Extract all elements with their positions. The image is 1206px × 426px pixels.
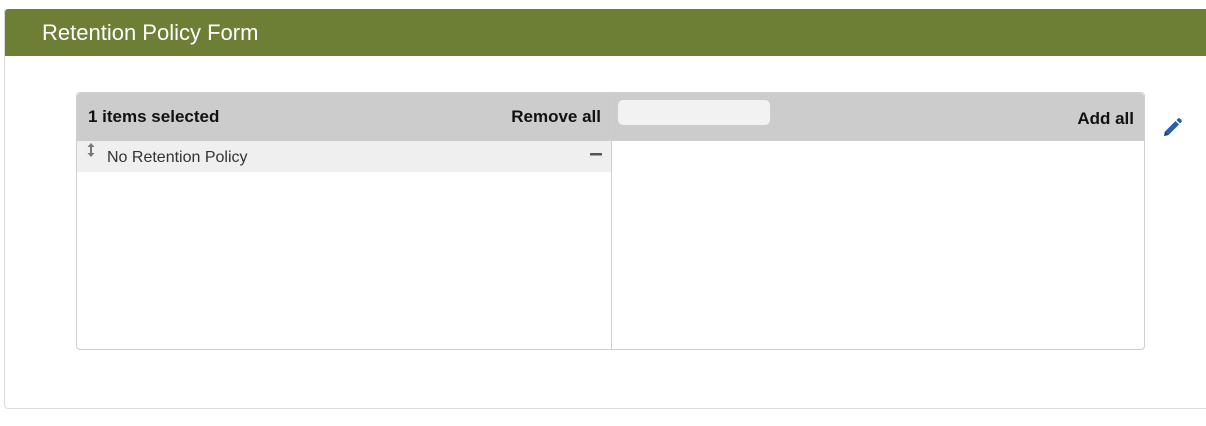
available-column-header: Add all — [612, 93, 1144, 141]
add-all-button[interactable]: Add all — [1077, 109, 1134, 129]
form-title: Retention Policy Form — [42, 20, 259, 45]
picklist: 1 items selected Remove all No Retention… — [76, 92, 1145, 350]
minus-icon[interactable] — [590, 149, 602, 159]
drag-handle-icon[interactable] — [86, 143, 96, 157]
list-item[interactable]: No Retention Policy — [77, 141, 611, 172]
selected-column-header: 1 items selected Remove all — [77, 93, 611, 141]
form-title-bar: Retention Policy Form — [5, 9, 1206, 56]
pencil-icon[interactable] — [1160, 116, 1184, 140]
remove-all-button[interactable]: Remove all — [511, 107, 601, 127]
list-item-label: No Retention Policy — [107, 148, 248, 166]
selected-column: 1 items selected Remove all No Retention… — [77, 93, 612, 349]
available-column: Add all — [612, 93, 1144, 349]
selected-count: 1 items selected — [88, 107, 220, 126]
filter-input[interactable] — [618, 100, 770, 125]
